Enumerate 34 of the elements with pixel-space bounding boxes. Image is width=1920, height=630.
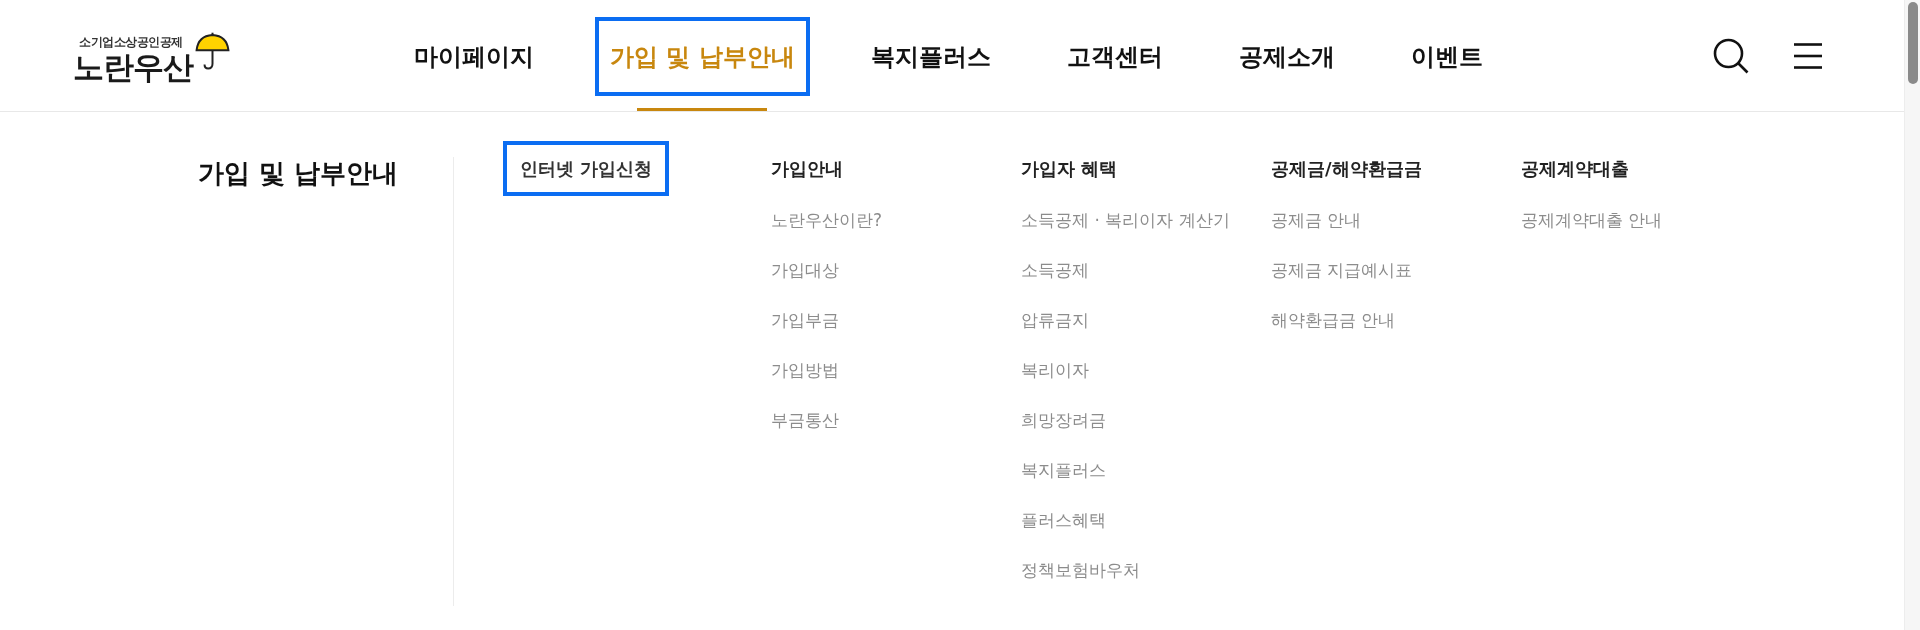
- menu-column-heading[interactable]: 가입안내: [771, 157, 843, 181]
- nav-tab[interactable]: 복지플러스: [855, 17, 1006, 96]
- nav-tab[interactable]: 고객센터: [1051, 17, 1178, 96]
- menu-column-heading[interactable]: 공제금/해약환급금: [1271, 157, 1422, 181]
- logo-wordmark[interactable]: 노란우산: [73, 50, 193, 84]
- menu-link[interactable]: 압류금지: [1021, 308, 1089, 332]
- menu-link[interactable]: 공제계약대출 안내: [1521, 208, 1663, 232]
- menu-link[interactable]: 복지플러스: [1021, 458, 1106, 482]
- menu-column-heading[interactable]: 가입자 혜택: [1021, 157, 1118, 181]
- apply-link[interactable]: 인터넷 가입신청: [503, 141, 670, 196]
- menu-link[interactable]: 공제금 지급예시표: [1271, 258, 1413, 282]
- search-icon[interactable]: [1713, 37, 1749, 74]
- menu-link[interactable]: 복리이자: [1021, 358, 1089, 382]
- menu-link[interactable]: 가입방법: [771, 358, 839, 382]
- menu-link[interactable]: 소득공제 · 복리이자 계산기: [1021, 208, 1230, 232]
- menu-section-title: 가입 및 납부안내: [198, 157, 400, 190]
- menu-icon[interactable]: [1794, 42, 1822, 69]
- nav-tab[interactable]: 가입 및 납부안내: [595, 17, 810, 96]
- menu-link[interactable]: 부금통산: [771, 408, 839, 432]
- menu-link[interactable]: 플러스혜택: [1021, 508, 1106, 532]
- scrollbar-thumb[interactable]: [1908, 2, 1918, 84]
- menu-column-heading[interactable]: 공제계약대출: [1521, 157, 1629, 181]
- menu-link[interactable]: 노란우산이란?: [771, 208, 883, 232]
- nav-tab[interactable]: 마이페이지: [399, 17, 549, 96]
- nav-tab[interactable]: 공제소개: [1223, 17, 1350, 96]
- menu-link[interactable]: 희망장려금: [1021, 408, 1106, 432]
- menu-link[interactable]: 정책보험바우처: [1021, 558, 1140, 582]
- menu-link[interactable]: 소득공제: [1021, 258, 1089, 282]
- menu-link[interactable]: 가입부금: [771, 308, 839, 332]
- menu-link[interactable]: 해약환급금 안내: [1271, 308, 1396, 332]
- menu-link[interactable]: 공제금 안내: [1271, 208, 1362, 232]
- nav-tab[interactable]: 이벤트: [1395, 17, 1498, 96]
- logo-tagline: 소기업소상공인공제: [79, 35, 183, 50]
- menu-link[interactable]: 가입대상: [771, 258, 839, 282]
